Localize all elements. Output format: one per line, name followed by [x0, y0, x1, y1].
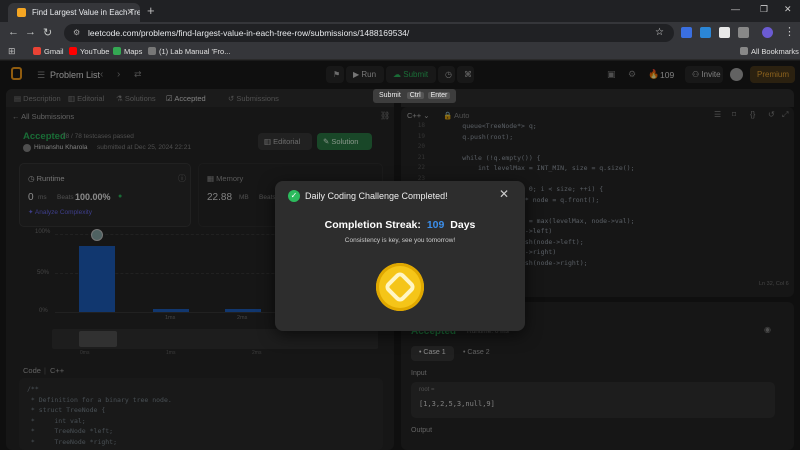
- extensions-puzzle-icon[interactable]: [738, 27, 749, 38]
- browser-menu-icon[interactable]: ⋮: [784, 25, 795, 38]
- browser-tab-bar: Find Largest Value in Each Tree ✕ + — ❐ …: [0, 0, 800, 22]
- close-tab-icon[interactable]: ✕: [126, 7, 134, 18]
- all-bookmarks[interactable]: All Bookmarks: [740, 47, 799, 56]
- close-window-icon[interactable]: ✕: [784, 4, 792, 15]
- reload-icon[interactable]: ↻: [43, 26, 52, 39]
- extension-icon[interactable]: [700, 27, 711, 38]
- bookmark-lab-manual[interactable]: (1) Lab Manual 'Fro...: [148, 47, 230, 56]
- maximize-icon[interactable]: ❐: [760, 4, 768, 15]
- new-tab-icon[interactable]: +: [147, 3, 155, 18]
- daily-challenge-modal: ✓ Daily Coding Challenge Completed! ✕ Co…: [275, 181, 525, 331]
- bookmark-gmail[interactable]: Gmail: [33, 47, 64, 56]
- coin-logo: [383, 270, 417, 304]
- close-icon[interactable]: ✕: [499, 187, 509, 201]
- bookmarks-bar: ⊞ Gmail YouTube Maps (1) Lab Manual 'Fro…: [0, 44, 800, 60]
- browser-tab[interactable]: Find Largest Value in Each Tree ✕: [8, 3, 140, 22]
- submit-shortcut-tooltip: Submit Ctrl Enter: [373, 89, 457, 103]
- leetcoin-icon: [376, 263, 424, 311]
- minimize-icon[interactable]: —: [731, 4, 740, 14]
- url-text: leetcode.com/problems/find-largest-value…: [88, 28, 410, 38]
- forward-icon[interactable]: →: [25, 26, 36, 38]
- streak-line: Completion Streak: 109 Days: [324, 219, 476, 231]
- profile-avatar-icon[interactable]: [762, 27, 773, 38]
- address-row: ← → ↻ ⚙ leetcode.com/problems/find-large…: [0, 22, 800, 44]
- modal-subtitle: Consistency is key, see you tomorrow!: [344, 237, 456, 244]
- streak-value: 109: [426, 219, 445, 231]
- bookmark-maps[interactable]: Maps: [113, 47, 142, 56]
- extension-icon[interactable]: [719, 27, 730, 38]
- bookmark-youtube[interactable]: YouTube: [69, 47, 109, 56]
- back-icon[interactable]: ←: [8, 26, 19, 38]
- extension-icon[interactable]: [681, 27, 692, 38]
- site-info-icon[interactable]: ⚙: [73, 28, 80, 37]
- tab-title: Find Largest Value in Each Tree: [32, 8, 140, 17]
- modal-title: Daily Coding Challenge Completed!: [305, 191, 448, 201]
- url-bar[interactable]: ⚙ leetcode.com/problems/find-largest-val…: [64, 24, 674, 42]
- leetcode-favicon-icon: [17, 8, 26, 17]
- check-circle-icon: ✓: [288, 190, 300, 202]
- bookmark-star-icon[interactable]: ☆: [655, 27, 664, 38]
- apps-grid-icon[interactable]: ⊞: [8, 46, 16, 57]
